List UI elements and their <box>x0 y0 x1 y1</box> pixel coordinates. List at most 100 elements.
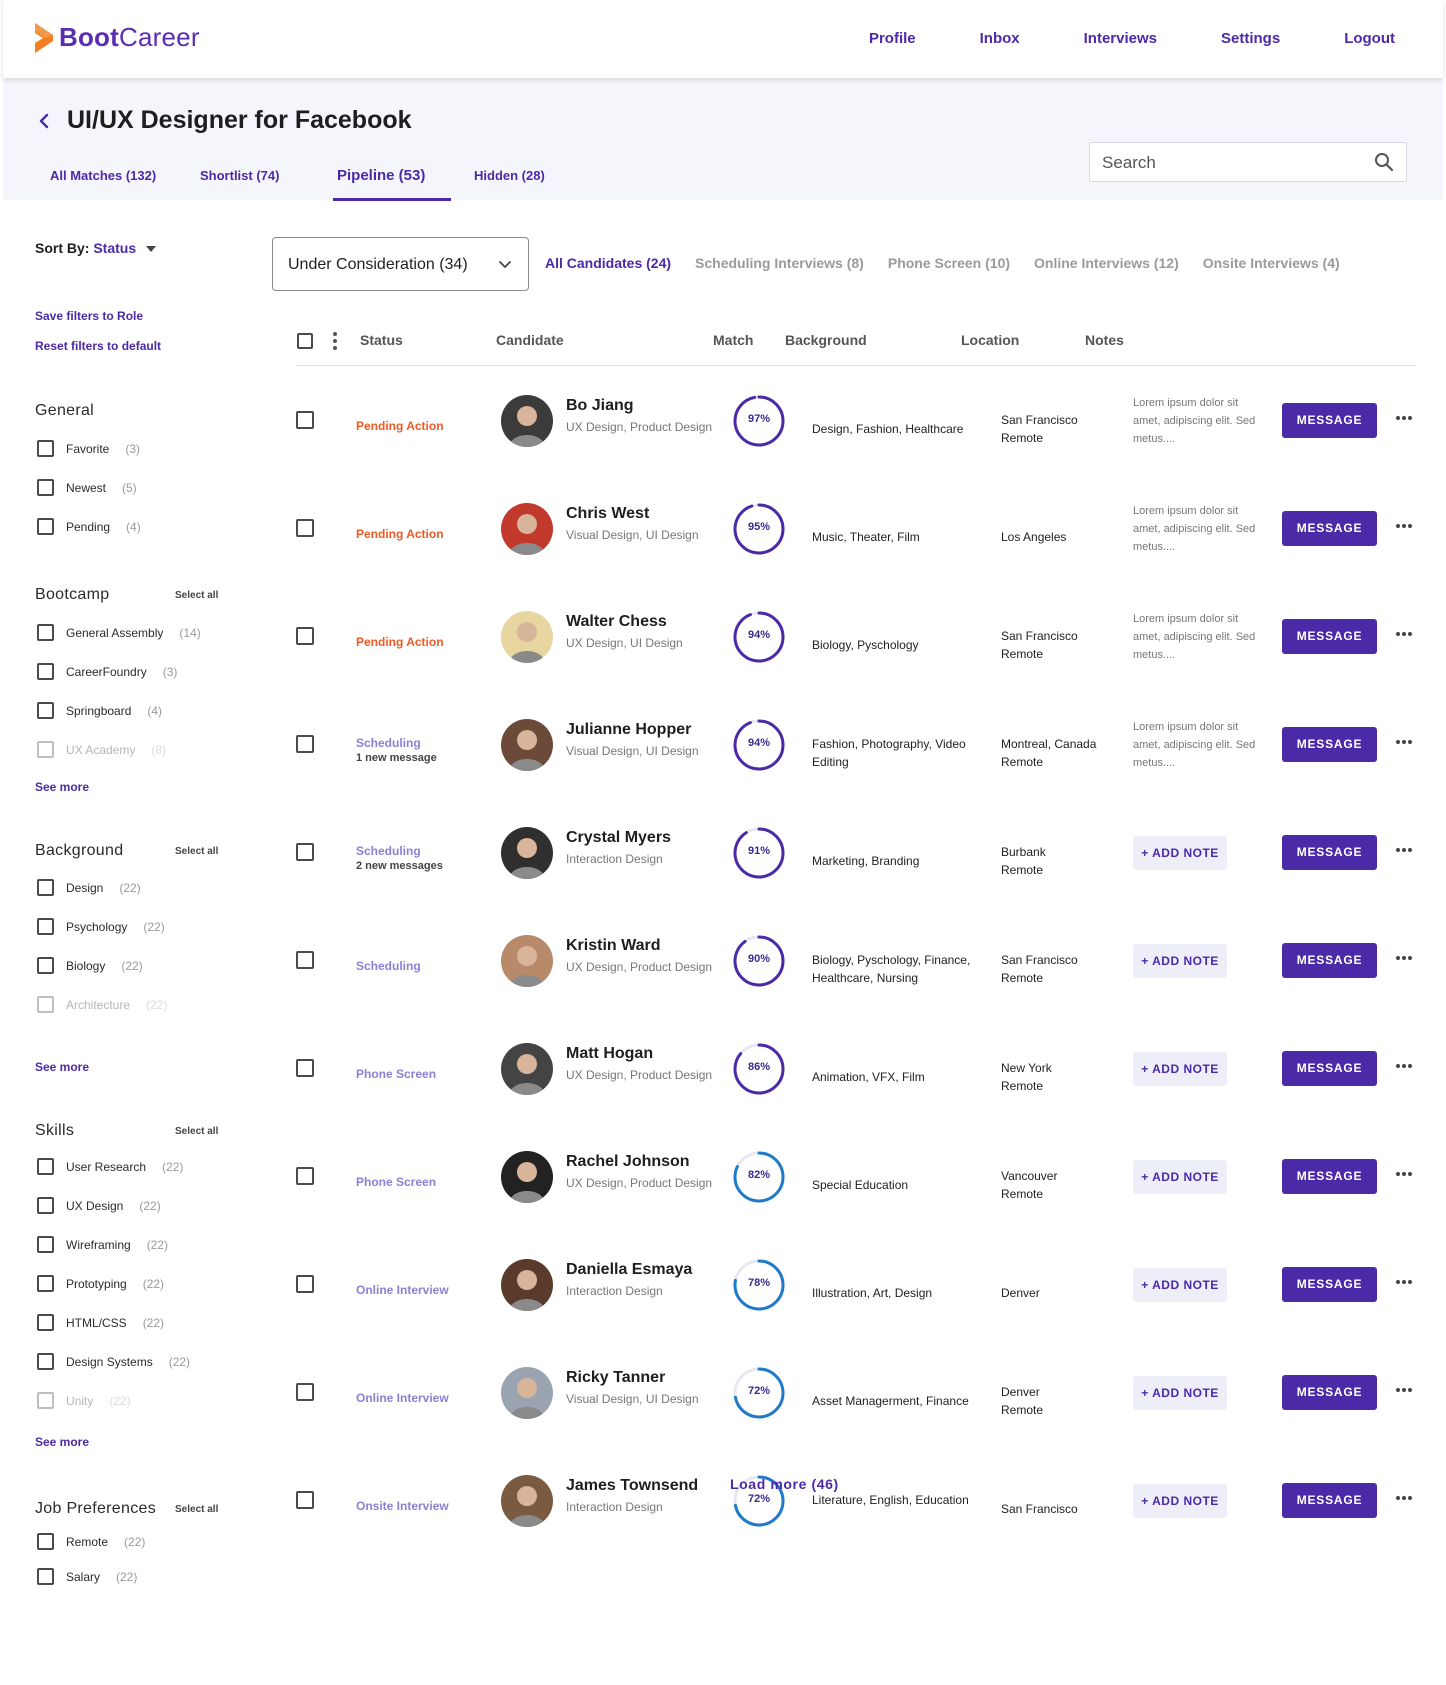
message-button[interactable]: MESSAGE <box>1282 1483 1377 1518</box>
checkbox[interactable] <box>37 1314 54 1331</box>
tab-hidden[interactable]: Hidden (28) <box>474 168 545 183</box>
more-options-icon[interactable] <box>1396 632 1412 636</box>
add-note-button[interactable]: + ADD NOTE <box>1133 1484 1227 1518</box>
filter-tab-onsite-interviews[interactable]: Onsite Interviews (4) <box>1203 255 1340 271</box>
checkbox[interactable] <box>37 1236 54 1253</box>
table-row[interactable]: Pending Action Chris West Visual Design, U… <box>270 474 1420 582</box>
col-match[interactable]: Match <box>713 332 753 348</box>
col-background[interactable]: Background <box>785 332 867 348</box>
table-row[interactable]: Pending Action Walter Chess UX Design, UI … <box>270 582 1420 690</box>
tab-pipeline[interactable]: Pipeline (53) <box>337 167 425 184</box>
filter-remote[interactable]: Remote (22) <box>37 1533 145 1550</box>
checkbox[interactable] <box>37 741 54 758</box>
checkbox[interactable] <box>37 1392 54 1409</box>
add-note-button[interactable]: + ADD NOTE <box>1133 836 1227 870</box>
stage-dropdown[interactable]: Under Consideration (34) <box>272 237 529 291</box>
avatar[interactable] <box>501 503 553 555</box>
see-more-skills[interactable]: See more <box>35 1435 89 1449</box>
more-options-icon[interactable] <box>1396 524 1412 528</box>
message-button[interactable]: MESSAGE <box>1282 1267 1377 1302</box>
candidate-name[interactable]: Matt Hogan <box>566 1045 653 1063</box>
filter-newest[interactable]: Newest (5) <box>37 479 137 496</box>
filter-architecture[interactable]: Architecture (22) <box>37 996 167 1013</box>
message-button[interactable]: MESSAGE <box>1282 943 1377 978</box>
avatar[interactable] <box>501 935 553 987</box>
filter-psychology[interactable]: Psychology (22) <box>37 918 165 935</box>
table-row[interactable]: Phone Screen Rachel Johnson UX Design, Pro… <box>270 1122 1420 1230</box>
filter-tab-scheduling[interactable]: Scheduling Interviews (8) <box>695 255 864 271</box>
message-button[interactable]: MESSAGE <box>1282 1375 1377 1410</box>
more-options-icon[interactable] <box>1396 956 1412 960</box>
row-checkbox[interactable] <box>296 1275 314 1293</box>
table-row[interactable]: Online Interview Ricky Tanner Visual Desig… <box>270 1338 1420 1446</box>
checkbox[interactable] <box>37 957 54 974</box>
add-note-button[interactable]: + ADD NOTE <box>1133 944 1227 978</box>
add-note-button[interactable]: + ADD NOTE <box>1133 1052 1227 1086</box>
filter-springboard[interactable]: Springboard (4) <box>37 702 162 719</box>
filter-careerfoundry[interactable]: CareerFoundry (3) <box>37 663 177 680</box>
avatar[interactable] <box>501 1043 553 1095</box>
checkbox[interactable] <box>37 702 54 719</box>
candidate-name[interactable]: Bo Jiang <box>566 397 634 415</box>
avatar[interactable] <box>501 1367 553 1419</box>
note-text[interactable]: Lorem ipsum dolor sit amet, adipiscing e… <box>1133 394 1258 448</box>
filter-user-research[interactable]: User Research (22) <box>37 1158 183 1175</box>
row-checkbox[interactable] <box>296 1167 314 1185</box>
see-more-background[interactable]: See more <box>35 1060 89 1074</box>
row-checkbox[interactable] <box>296 951 314 969</box>
candidate-name[interactable]: Walter Chess <box>566 613 667 631</box>
see-more-bootcamp[interactable]: See more <box>35 780 89 794</box>
candidate-name[interactable]: Crystal Myers <box>566 829 671 847</box>
checkbox[interactable] <box>37 1533 54 1550</box>
avatar[interactable] <box>501 719 553 771</box>
row-checkbox[interactable] <box>296 735 314 753</box>
checkbox[interactable] <box>37 624 54 641</box>
checkbox[interactable] <box>37 663 54 680</box>
checkbox[interactable] <box>37 1275 54 1292</box>
message-button[interactable]: MESSAGE <box>1282 403 1377 438</box>
note-text[interactable]: Lorem ipsum dolor sit amet, adipiscing e… <box>1133 718 1258 772</box>
filter-ux-academy[interactable]: UX Academy (8) <box>37 741 166 758</box>
nav-profile[interactable]: Profile <box>869 30 916 47</box>
table-row[interactable]: Pending Action Bo Jiang UX Design, Product… <box>270 366 1420 474</box>
avatar[interactable] <box>501 611 553 663</box>
message-button[interactable]: MESSAGE <box>1282 1159 1377 1194</box>
filter-design-systems[interactable]: Design Systems (22) <box>37 1353 190 1370</box>
checkbox[interactable] <box>37 518 54 535</box>
candidate-name[interactable]: Kristin Ward <box>566 937 661 955</box>
col-status[interactable]: Status <box>360 332 403 348</box>
filter-ux-design[interactable]: UX Design (22) <box>37 1197 161 1214</box>
message-button[interactable]: MESSAGE <box>1282 835 1377 870</box>
nav-settings[interactable]: Settings <box>1221 30 1280 47</box>
filter-unity[interactable]: Unity (22) <box>37 1392 131 1409</box>
filter-html-css[interactable]: HTML/CSS (22) <box>37 1314 164 1331</box>
row-checkbox[interactable] <box>296 1491 314 1509</box>
table-row[interactable]: Scheduling Kristin Ward UX Design, Product… <box>270 906 1420 1014</box>
candidate-name[interactable]: Julianne Hopper <box>566 721 691 739</box>
checkbox[interactable] <box>37 479 54 496</box>
message-button[interactable]: MESSAGE <box>1282 619 1377 654</box>
more-options-icon[interactable] <box>1396 740 1412 744</box>
filter-favorite[interactable]: Favorite (3) <box>37 440 140 457</box>
select-all-bootcamp[interactable]: Select all <box>175 590 218 601</box>
more-options-icon[interactable] <box>1396 1172 1412 1176</box>
more-options-icon[interactable] <box>1396 1496 1412 1500</box>
nav-inbox[interactable]: Inbox <box>980 30 1020 47</box>
save-filters-link[interactable]: Save filters to Role <box>35 309 143 323</box>
row-checkbox[interactable] <box>296 519 314 537</box>
note-text[interactable]: Lorem ipsum dolor sit amet, adipiscing e… <box>1133 502 1258 556</box>
table-row[interactable]: Online Interview Daniella Esmaya Interacti… <box>270 1230 1420 1338</box>
tab-all-matches[interactable]: All Matches (132) <box>50 168 156 183</box>
brand-logo[interactable]: BootCareer <box>35 22 200 53</box>
candidate-name[interactable]: Ricky Tanner <box>566 1369 665 1387</box>
avatar[interactable] <box>501 827 553 879</box>
filter-prototyping[interactable]: Prototyping (22) <box>37 1275 164 1292</box>
more-options-icon[interactable] <box>1396 416 1412 420</box>
add-note-button[interactable]: + ADD NOTE <box>1133 1376 1227 1410</box>
checkbox[interactable] <box>37 440 54 457</box>
reset-filters-link[interactable]: Reset filters to default <box>35 339 161 353</box>
search-input[interactable] <box>1102 153 1362 173</box>
nav-interviews[interactable]: Interviews <box>1084 30 1157 47</box>
load-more-link[interactable]: Load more (46) <box>730 1476 839 1492</box>
more-options-icon[interactable] <box>1396 1280 1412 1284</box>
